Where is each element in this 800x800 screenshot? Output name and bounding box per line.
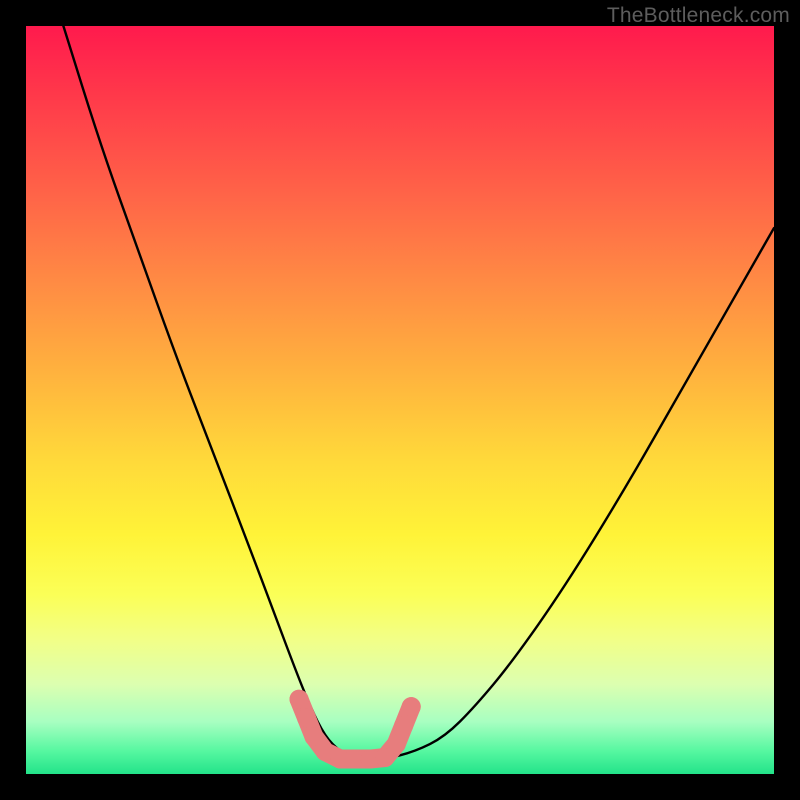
optimal-range-marker xyxy=(290,690,421,769)
optimal-range-dot xyxy=(387,735,406,754)
chart-frame: TheBottleneck.com xyxy=(0,0,800,800)
optimal-range-dot xyxy=(290,690,309,709)
optimal-range-dot xyxy=(394,716,413,735)
gradient-plot-area xyxy=(26,26,774,774)
optimal-range-dot xyxy=(402,697,421,716)
optimal-range-dot xyxy=(297,708,316,727)
watermark-text: TheBottleneck.com xyxy=(607,4,790,28)
chart-svg xyxy=(26,26,774,774)
bottleneck-curve xyxy=(63,26,774,759)
